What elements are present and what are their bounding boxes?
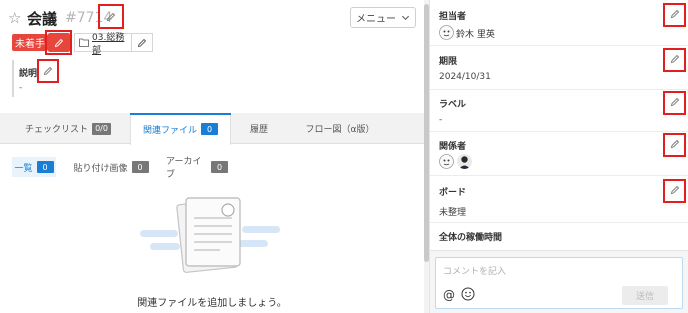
highlight-box (663, 133, 686, 157)
due-date: 2024/10/31 (439, 72, 491, 82)
empty-files-illustration (140, 197, 280, 273)
board-value: 未整理 (439, 208, 467, 218)
labels-value: - (439, 115, 443, 125)
edit-category-button[interactable] (132, 33, 153, 52)
subtab-pasted-images[interactable]: 貼り付け画像 0 (72, 157, 150, 177)
count-badge: 0 (211, 161, 228, 173)
emoji-icon[interactable] (461, 287, 475, 301)
highlight-box (37, 59, 59, 83)
subtab-list[interactable]: 一覧 0 (12, 157, 56, 177)
due-label: 期限 (439, 57, 458, 67)
avatar-photo (457, 154, 472, 169)
subtab-label: アーカイブ (166, 157, 202, 180)
count-badge: 0 (36, 161, 54, 173)
divider (430, 175, 688, 176)
highlight-box (98, 4, 124, 29)
count-badge: 0 (201, 123, 218, 135)
members-label: 関係者 (439, 142, 467, 152)
pencil-icon (137, 38, 147, 47)
tab-label: 履歴 (249, 125, 268, 135)
divider (430, 89, 688, 90)
count-badge: 0 (131, 161, 149, 173)
description-bar (12, 60, 14, 97)
count-badge: 0/0 (92, 122, 111, 135)
labels-label: ラベル (439, 100, 467, 110)
tab-label: フロー図（α版） (305, 125, 375, 135)
highlight-box (45, 30, 72, 55)
tab-checklist[interactable]: チェックリスト 0/0 (18, 113, 118, 144)
subtab-label: 一覧 (14, 163, 33, 174)
tab-history[interactable]: 履歴 (231, 113, 287, 144)
comment-placeholder: コメントを記入 (443, 267, 507, 277)
tab-label: 関連ファイル (142, 125, 197, 136)
ticket-title: 会議 (27, 9, 58, 28)
category-link[interactable]: 03.総務部 (74, 33, 132, 56)
menu-button-label: メニュー (356, 14, 396, 25)
highlight-box (663, 48, 686, 72)
title-row: ☆ 会議 #7714 (8, 7, 112, 29)
tab-flowchart[interactable]: フロー図（α版） (290, 113, 390, 144)
highlight-box (663, 91, 686, 115)
mention-icon[interactable]: @ (443, 288, 455, 302)
highlight-box (663, 179, 686, 203)
board-label: ボード (439, 188, 467, 198)
member-avatar[interactable] (439, 154, 454, 169)
menu-button[interactable]: メニュー (350, 7, 416, 28)
status-badge[interactable]: 未着手 (12, 34, 48, 51)
avatar-illustration (439, 25, 454, 40)
subtab-label: 貼り付け画像 (73, 163, 128, 174)
chevron-down-icon (401, 15, 410, 21)
ticket-sidebar: 担当者 鈴木 里英 期限 2024/10/31 ラベル - 関係者 ボード 未整… (429, 0, 688, 313)
empty-state-message: 関連ファイルを追加しましょう。 (137, 298, 287, 309)
description-value: - (19, 83, 23, 93)
assignee-name: 鈴木 里英 (456, 30, 495, 40)
divider (430, 222, 688, 223)
folder-icon (79, 38, 89, 47)
tab-label: チェックリスト (25, 125, 89, 135)
subtab-archive[interactable]: アーカイブ 0 (166, 157, 228, 180)
assignee-avatar[interactable] (439, 25, 454, 40)
member-avatar[interactable] (457, 154, 472, 169)
divider (430, 45, 688, 46)
tab-related-files[interactable]: 関連ファイル 0 (130, 113, 231, 145)
assignee-label: 担当者 (439, 12, 467, 22)
category-label: 03.総務部 (92, 32, 125, 56)
avatar-illustration (439, 154, 454, 169)
highlight-box (663, 3, 686, 27)
ticket-detail-pane: ☆ 会議 #7714 メニュー 未着手 03.総務部 説明 - チェックリスト … (0, 0, 424, 313)
description-label: 説明 (19, 69, 38, 79)
worktime-label: 全体の稼働時間 (439, 233, 503, 243)
star-icon[interactable]: ☆ (8, 9, 24, 27)
send-button[interactable]: 送信 (622, 286, 668, 305)
divider (430, 131, 688, 132)
